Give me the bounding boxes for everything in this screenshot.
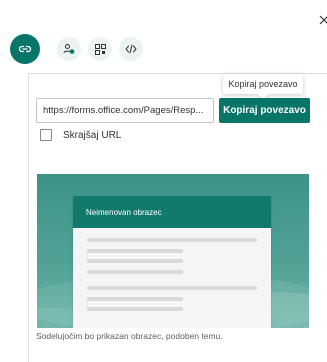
tab-qr[interactable] [88, 37, 112, 61]
preview-placeholder-line [87, 238, 257, 242]
preview-placeholder-line [87, 249, 183, 253]
preview-caption: Sodelujočim bo prikazan obrazec, podoben… [36, 331, 223, 341]
tab-embed[interactable] [119, 37, 143, 61]
copy-link-tooltip: Kopiraj povezavo [223, 74, 303, 94]
tab-qr-code[interactable] [57, 37, 81, 61]
preview-placeholder-line [87, 270, 183, 274]
shorten-url-checkbox[interactable] [40, 129, 52, 141]
form-preview: Neimenovan obrazec [37, 174, 309, 328]
preview-form-title: Neimenovan obrazec [73, 196, 271, 228]
people-icon [63, 44, 75, 54]
qr-code-icon [94, 43, 106, 55]
preview-form-card: Neimenovan obrazec [73, 196, 271, 328]
shorten-url-label: Skrajšaj URL [63, 129, 122, 141]
preview-form-body [73, 228, 271, 328]
preview-placeholder-line [87, 297, 183, 301]
tab-link[interactable] [10, 34, 40, 64]
copy-link-button[interactable]: Kopiraj povezavo [219, 98, 310, 123]
embed-code-icon [125, 44, 137, 54]
link-icon [18, 45, 32, 53]
share-url-field[interactable]: https://forms.office.com/Pages/Resp... [36, 98, 214, 123]
preview-placeholder-line [87, 307, 183, 311]
preview-placeholder-line [87, 259, 183, 263]
preview-placeholder-line [87, 286, 257, 290]
shorten-url-option[interactable]: Skrajšaj URL [40, 128, 121, 142]
